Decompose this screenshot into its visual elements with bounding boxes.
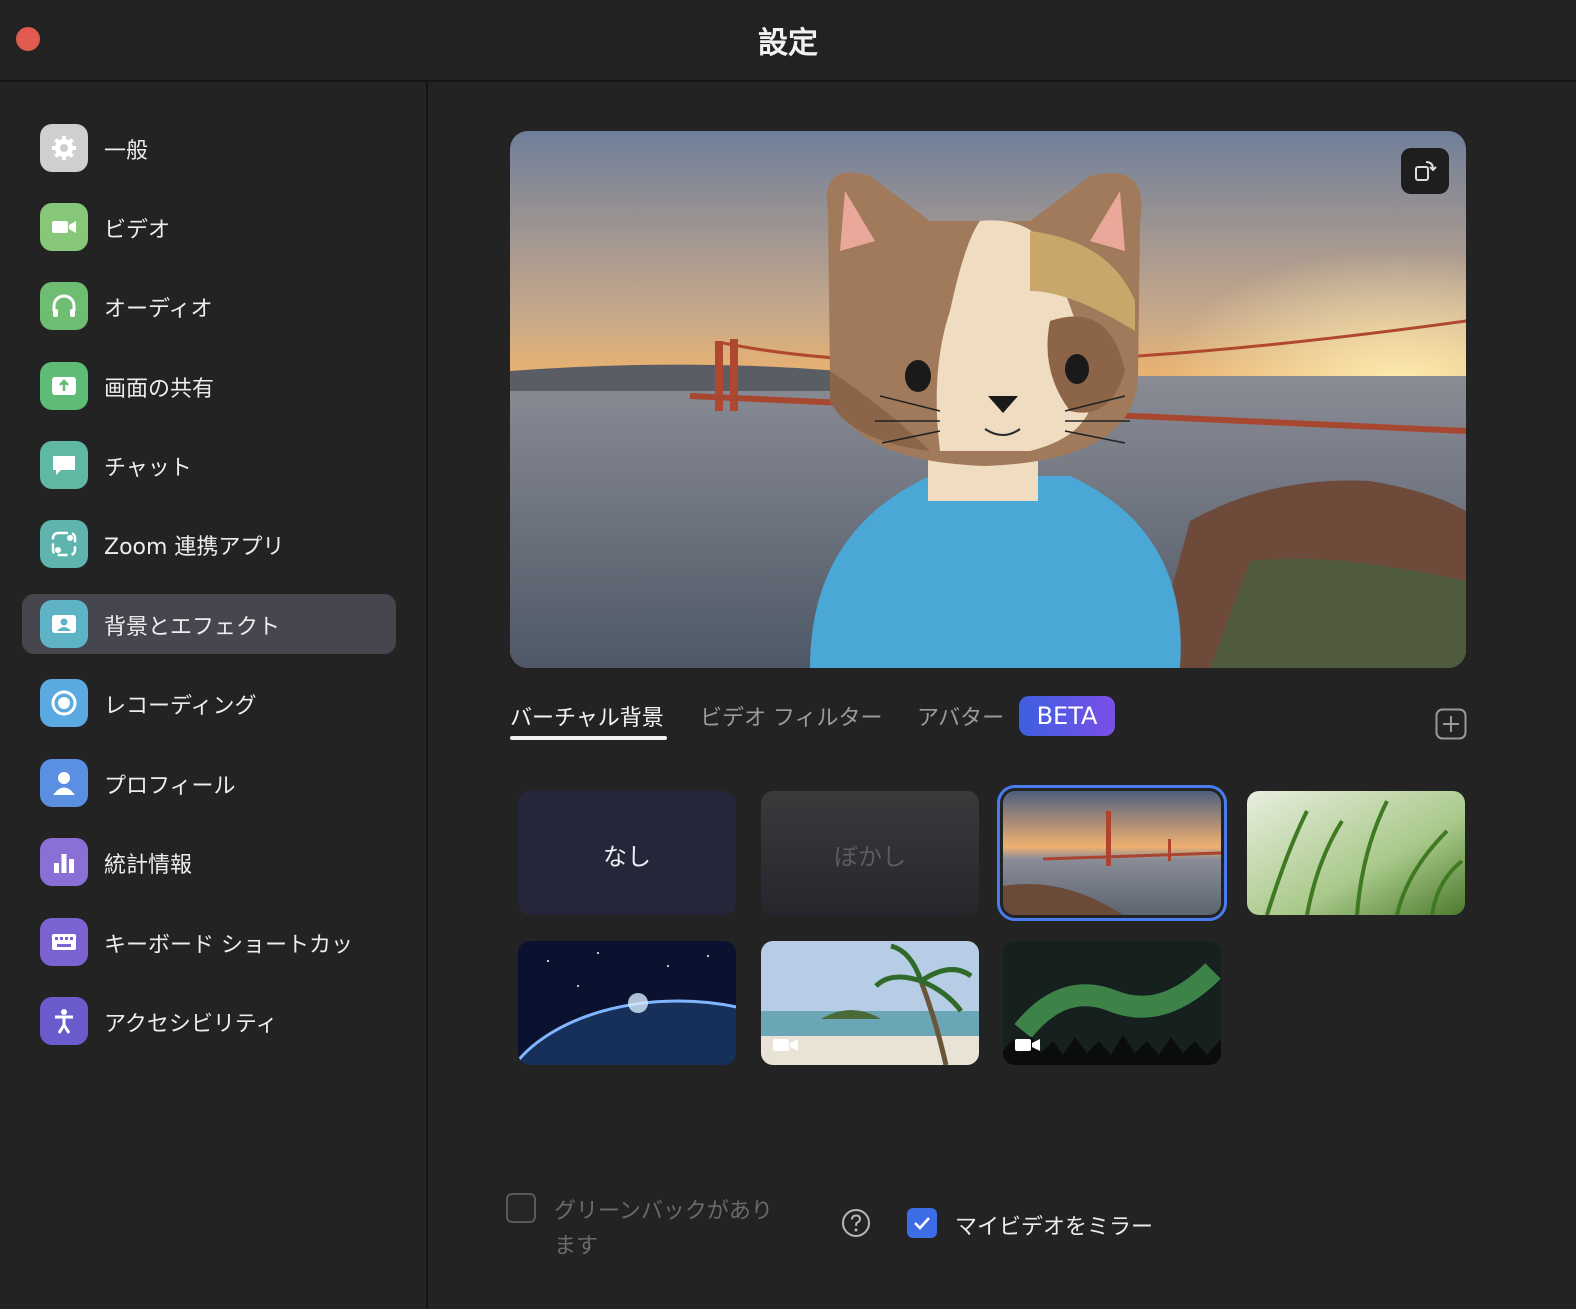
background-beach-tile[interactable] — [761, 941, 979, 1065]
sidebar-item-video[interactable]: ビデオ — [22, 197, 396, 257]
gear-icon — [40, 124, 88, 172]
sidebar-item-label: レコーディング — [104, 694, 257, 719]
help-icon[interactable] — [841, 1208, 871, 1238]
sidebar-item-chat[interactable]: チャット — [22, 435, 396, 495]
sidebar-item-label: 統計情報 — [104, 853, 193, 878]
sidebar-item-label: ビデオ — [104, 218, 171, 243]
background-earth-tile[interactable] — [518, 941, 736, 1065]
tab-avatar[interactable]: アバター — [917, 700, 1004, 732]
sidebar-item-label: 画面の共有 — [104, 377, 215, 402]
sidebar-item-label: 一般 — [104, 139, 149, 164]
record-icon — [40, 679, 88, 727]
keyboard-icon — [40, 918, 88, 966]
background-grass-tile[interactable] — [1247, 791, 1465, 915]
accessibility-icon — [40, 997, 88, 1045]
tab-video-filter[interactable]: ビデオ フィルター — [700, 700, 883, 732]
sidebar-item-audio[interactable]: オーディオ — [22, 276, 396, 336]
sidebar-item-label: チャット — [104, 456, 192, 481]
beta-badge: BETA — [1019, 696, 1115, 736]
bar-chart-icon — [40, 838, 88, 886]
video-preview — [510, 131, 1466, 668]
sidebar-item-background-effects[interactable]: 背景とエフェクト — [22, 594, 396, 654]
plus-icon — [1435, 708, 1467, 740]
sidebar-item-recording[interactable]: レコーディング — [22, 673, 396, 733]
sidebar-item-label: 背景とエフェクト — [104, 615, 281, 640]
sidebar-item-label: アクセシビリティ — [104, 1012, 278, 1037]
green-screen-label: グリーンバックがあり — [554, 1199, 773, 1224]
sidebar-item-share-screen[interactable]: 画面の共有 — [22, 356, 396, 416]
none-label: なし — [603, 843, 651, 871]
video-background-icon — [773, 1039, 798, 1051]
green-screen-checkbox[interactable] — [506, 1193, 536, 1223]
background-aurora-tile[interactable] — [1003, 941, 1221, 1065]
sidebar-item-general[interactable]: 一般 — [22, 118, 396, 178]
sidebar-item-label: キーボード ショートカッ — [104, 933, 353, 958]
video-background-icon — [1015, 1039, 1040, 1051]
sidebar-item-label: プロフィール — [104, 774, 236, 799]
tab-virtual-background[interactable]: バーチャル背景 — [510, 700, 664, 732]
mirror-video-checkbox[interactable] — [907, 1208, 937, 1238]
add-background-button[interactable] — [1435, 708, 1467, 740]
checkmark-icon — [914, 1217, 930, 1230]
window-title: 設定 — [758, 26, 818, 61]
headphones-icon — [40, 282, 88, 330]
earth-thumbnail — [518, 941, 736, 1065]
chat-bubble-icon — [40, 441, 88, 489]
rotate-camera-button[interactable] — [1401, 148, 1449, 194]
rotate-icon — [1415, 161, 1437, 181]
person-icon — [40, 759, 88, 807]
tab-active-indicator — [510, 736, 667, 740]
apps-icon — [40, 520, 88, 568]
sidebar-item-statistics[interactable]: 統計情報 — [22, 832, 396, 892]
background-blur-tile[interactable]: ぼかし — [761, 791, 979, 915]
background-golden-gate-tile[interactable] — [997, 785, 1227, 921]
green-screen-label-line2: ます — [554, 1234, 599, 1259]
sidebar-item-profile[interactable]: プロフィール — [22, 753, 396, 813]
sidebar: 一般 ビデオ オーディオ 画面の共有 チャット Zoom 連携アプリ 背景とエフ… — [0, 82, 428, 1309]
video-camera-icon — [40, 203, 88, 251]
background-portrait-icon — [40, 600, 88, 648]
sidebar-item-zoom-apps[interactable]: Zoom 連携アプリ — [22, 514, 396, 574]
sidebar-item-keyboard-shortcuts[interactable]: キーボード ショートカッ — [22, 912, 396, 972]
share-screen-icon — [40, 362, 88, 410]
background-none-tile[interactable]: なし — [518, 791, 736, 915]
title-bar: 設定 — [0, 0, 1576, 82]
blur-label: ぼかし — [834, 843, 906, 871]
grass-thumbnail — [1247, 791, 1465, 915]
sidebar-item-label: Zoom 連携アプリ — [104, 535, 285, 560]
sidebar-item-accessibility[interactable]: アクセシビリティ — [22, 991, 396, 1051]
mirror-video-label: マイビデオをミラー — [955, 1215, 1154, 1240]
golden-gate-thumbnail — [1003, 791, 1221, 915]
sidebar-item-label: オーディオ — [104, 297, 213, 322]
